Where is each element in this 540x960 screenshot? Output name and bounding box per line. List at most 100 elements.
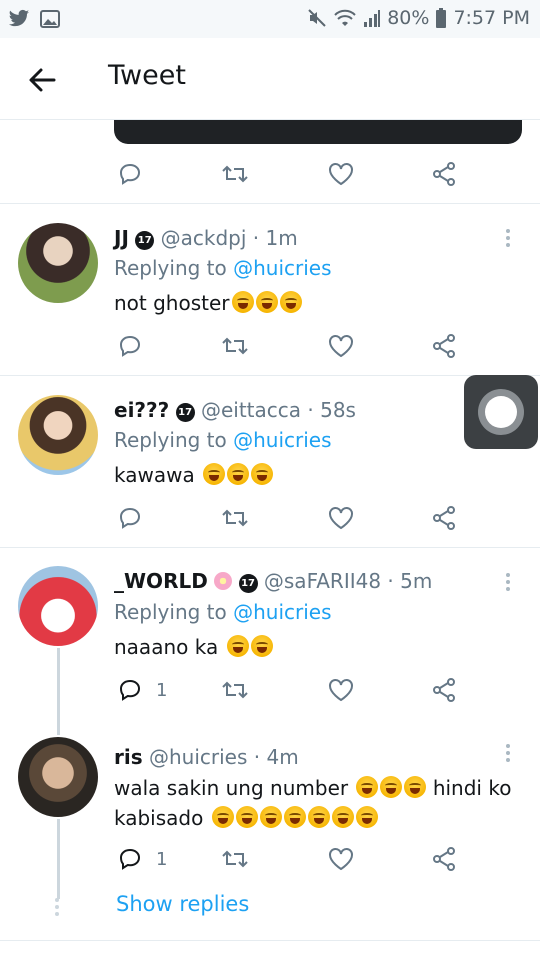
- retweet-button[interactable]: [220, 670, 250, 710]
- avatar[interactable]: [18, 566, 98, 646]
- rofl-emoji-icon: [227, 463, 250, 485]
- more-options-icon[interactable]: [504, 226, 512, 250]
- like-button[interactable]: [328, 839, 354, 879]
- reply-button[interactable]: 1: [118, 670, 167, 710]
- thread-line: [57, 819, 60, 899]
- rofl-emoji-icon: [279, 291, 302, 313]
- retweet-icon: [222, 337, 248, 355]
- rofl-emoji-icon: [226, 635, 249, 657]
- rofl-emoji-icon: [250, 635, 273, 657]
- display-name: ris: [114, 745, 143, 769]
- reply-icon: [119, 848, 141, 870]
- reply-tweet[interactable]: ei??? 17 @eittacca · 58s Replying to @hu…: [0, 375, 540, 547]
- reply-icon: [119, 163, 141, 185]
- signal-icon: [364, 10, 381, 27]
- like-icon: [329, 848, 353, 871]
- flower-emoji-icon: [214, 572, 233, 590]
- retweet-button[interactable]: [220, 839, 250, 879]
- tweet-text-content: hindi ko: [432, 776, 512, 800]
- laughing-emoji-icon: [307, 806, 330, 828]
- reply-tweet[interactable]: JJ 17 @ackdpj · 1m Replying to @huicries…: [0, 203, 540, 375]
- badge-icon: 17: [238, 574, 258, 593]
- thread-more-dots: [55, 895, 59, 919]
- share-icon: [433, 678, 455, 702]
- reply-button[interactable]: [118, 498, 142, 538]
- laughing-emoji-icon: [235, 806, 258, 828]
- timestamp: 4m: [266, 745, 299, 769]
- battery-icon: [436, 8, 447, 28]
- share-icon: [433, 847, 455, 871]
- reply-count: 1: [156, 679, 168, 701]
- tweet-text: naaano ka: [114, 632, 524, 662]
- app-bar: Tweet: [0, 38, 540, 120]
- rofl-emoji-icon: [203, 463, 226, 485]
- handle: @eittacca: [200, 398, 302, 422]
- share-button[interactable]: [432, 498, 456, 538]
- share-button[interactable]: [432, 839, 456, 879]
- retweet-icon: [222, 509, 248, 527]
- original-tweet-media[interactable]: [114, 120, 522, 144]
- tweet-text: wala sakin ung number hindi ko kabisado: [114, 773, 524, 833]
- show-replies-link[interactable]: Show replies: [116, 892, 249, 916]
- assistive-touch-button[interactable]: [464, 375, 538, 449]
- reply-button[interactable]: [118, 326, 142, 366]
- avatar[interactable]: [18, 395, 98, 475]
- display-name: JJ: [114, 226, 129, 250]
- like-button[interactable]: [328, 326, 354, 366]
- rofl-emoji-icon: [231, 291, 254, 313]
- like-icon: [329, 163, 353, 186]
- display-name: _WORLD: [114, 569, 208, 593]
- avatar[interactable]: [18, 737, 98, 817]
- back-arrow-icon[interactable]: [24, 62, 60, 98]
- twitter-icon: [8, 9, 30, 27]
- laughing-emoji-icon: [380, 776, 403, 798]
- mention-link[interactable]: @huicries: [233, 256, 331, 280]
- more-options-icon[interactable]: [504, 741, 512, 765]
- rofl-emoji-icon: [251, 463, 274, 485]
- tweet-text-content: kawawa: [114, 463, 195, 487]
- retweet-button[interactable]: [220, 326, 250, 366]
- replying-to-label: Replying to: [114, 600, 227, 624]
- reply-button[interactable]: 1: [118, 839, 167, 879]
- badge-icon: 17: [135, 231, 155, 250]
- like-button[interactable]: [328, 154, 354, 194]
- thread-line: [57, 717, 60, 735]
- reply-tweet[interactable]: ris @huicries · 4m wala sakin ung number…: [0, 717, 540, 940]
- reply-button[interactable]: [118, 154, 142, 194]
- share-button[interactable]: [432, 154, 456, 194]
- like-button[interactable]: [328, 670, 354, 710]
- reply-tweet[interactable]: _WORLD 17 @saFARII48 · 5m Replying to @h…: [0, 547, 540, 718]
- share-button[interactable]: [432, 326, 456, 366]
- mention-link[interactable]: @huicries: [233, 600, 331, 624]
- retweet-icon: [222, 165, 248, 183]
- reply-icon: [119, 335, 141, 357]
- retweet-icon: [222, 681, 248, 699]
- laughing-emoji-icon: [259, 806, 282, 828]
- retweet-button[interactable]: [220, 498, 250, 538]
- tweet-text-content: naaano ka: [114, 635, 219, 659]
- laughing-emoji-icon: [283, 806, 306, 828]
- handle: @saFARII48: [263, 569, 382, 593]
- tweet-text: kawawa: [114, 460, 524, 490]
- battery-percentage: 80%: [387, 7, 430, 29]
- share-button[interactable]: [432, 670, 456, 710]
- mention-link[interactable]: @huicries: [233, 428, 331, 452]
- timestamp: 1m: [265, 226, 298, 250]
- reply-count: 1: [156, 848, 168, 870]
- laughing-emoji-icon: [211, 806, 234, 828]
- tweet-text-content: kabisado: [114, 806, 204, 830]
- tweet-text-content: wala sakin ung number: [114, 776, 349, 800]
- tweet-text: not ghoster: [114, 288, 524, 318]
- like-button[interactable]: [328, 498, 354, 538]
- retweet-button[interactable]: [220, 154, 250, 194]
- like-icon: [329, 335, 353, 358]
- timestamp: 5m: [400, 569, 433, 593]
- avatar[interactable]: [18, 223, 98, 303]
- thread-line: [57, 648, 60, 718]
- share-icon: [433, 506, 455, 530]
- display-name: ei???: [114, 398, 170, 422]
- clock: 7:57 PM: [453, 7, 530, 29]
- share-icon: [433, 334, 455, 358]
- retweet-icon: [222, 850, 248, 868]
- more-options-icon[interactable]: [504, 570, 512, 594]
